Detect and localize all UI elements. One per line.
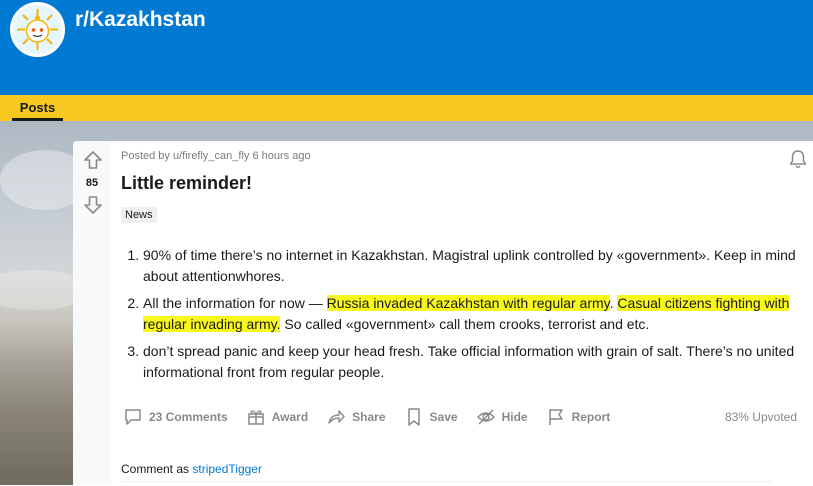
report-label: Report (571, 410, 611, 424)
upvote-ratio: 83% Upvoted (724, 410, 797, 424)
hide-label: Hide (501, 410, 528, 424)
hide-icon (476, 409, 495, 425)
share-icon (328, 410, 345, 424)
post-body-list: 90% of time there’s no internet in Kazak… (121, 245, 813, 389)
comments-label: 23 Comments (149, 410, 228, 424)
subreddit-nav: Posts (0, 95, 813, 121)
list-item-text: All the information for now — (143, 295, 327, 311)
post-meta: Posted by u/firefly_can_fly 6 hours ago (121, 150, 311, 162)
comment-as-label: Comment as (121, 462, 190, 476)
list-item-text: 90% of time there’s no internet in Kazak… (143, 247, 796, 284)
comment-icon (125, 409, 141, 425)
gift-icon (247, 410, 264, 425)
report-button[interactable]: Report (546, 407, 611, 427)
subreddit-header: r/Kazakhstan (0, 0, 813, 95)
tab-posts[interactable]: Posts (12, 95, 63, 121)
subreddit-avatar[interactable] (10, 2, 65, 57)
downvote-icon[interactable] (82, 194, 104, 216)
upvote-icon[interactable] (82, 149, 104, 171)
bell-icon[interactable] (787, 148, 809, 170)
flag-icon (548, 409, 563, 425)
share-button[interactable]: Share (326, 407, 386, 427)
share-label: Share (352, 410, 386, 424)
sun-emblem-icon (13, 5, 62, 54)
subreddit-name[interactable]: r/Kazakhstan (75, 8, 206, 32)
bookmark-icon (407, 408, 420, 426)
hide-button[interactable]: Hide (476, 407, 528, 427)
save-button[interactable]: Save (404, 407, 458, 427)
highlighted-text: Russia invaded Kazakhstan with regular a… (326, 295, 610, 311)
comment-as-user[interactable]: stripedTigger (192, 462, 262, 476)
vote-count: 85 (85, 177, 99, 189)
post-actions: 23 Comments Award Share Save Hide Report (123, 404, 628, 430)
award-label: Award (271, 410, 309, 424)
post-flair[interactable]: News (121, 207, 157, 223)
comments-button[interactable]: 23 Comments (123, 407, 228, 427)
list-item: All the information for now — Russia inv… (143, 293, 813, 335)
list-item: 90% of time there’s no internet in Kazak… (143, 245, 813, 287)
post-title[interactable]: Little reminder! (121, 173, 252, 194)
award-button[interactable]: Award (246, 407, 308, 427)
list-item-text: So called «government» call them crooks,… (280, 316, 650, 332)
vote-column (73, 141, 111, 485)
list-item-text: don’t spread panic and keep your head fr… (143, 343, 795, 380)
save-label: Save (429, 410, 458, 424)
list-item: don’t spread panic and keep your head fr… (143, 341, 813, 383)
comment-as: Comment as stripedTigger (121, 462, 262, 476)
comment-box[interactable] (121, 481, 773, 486)
